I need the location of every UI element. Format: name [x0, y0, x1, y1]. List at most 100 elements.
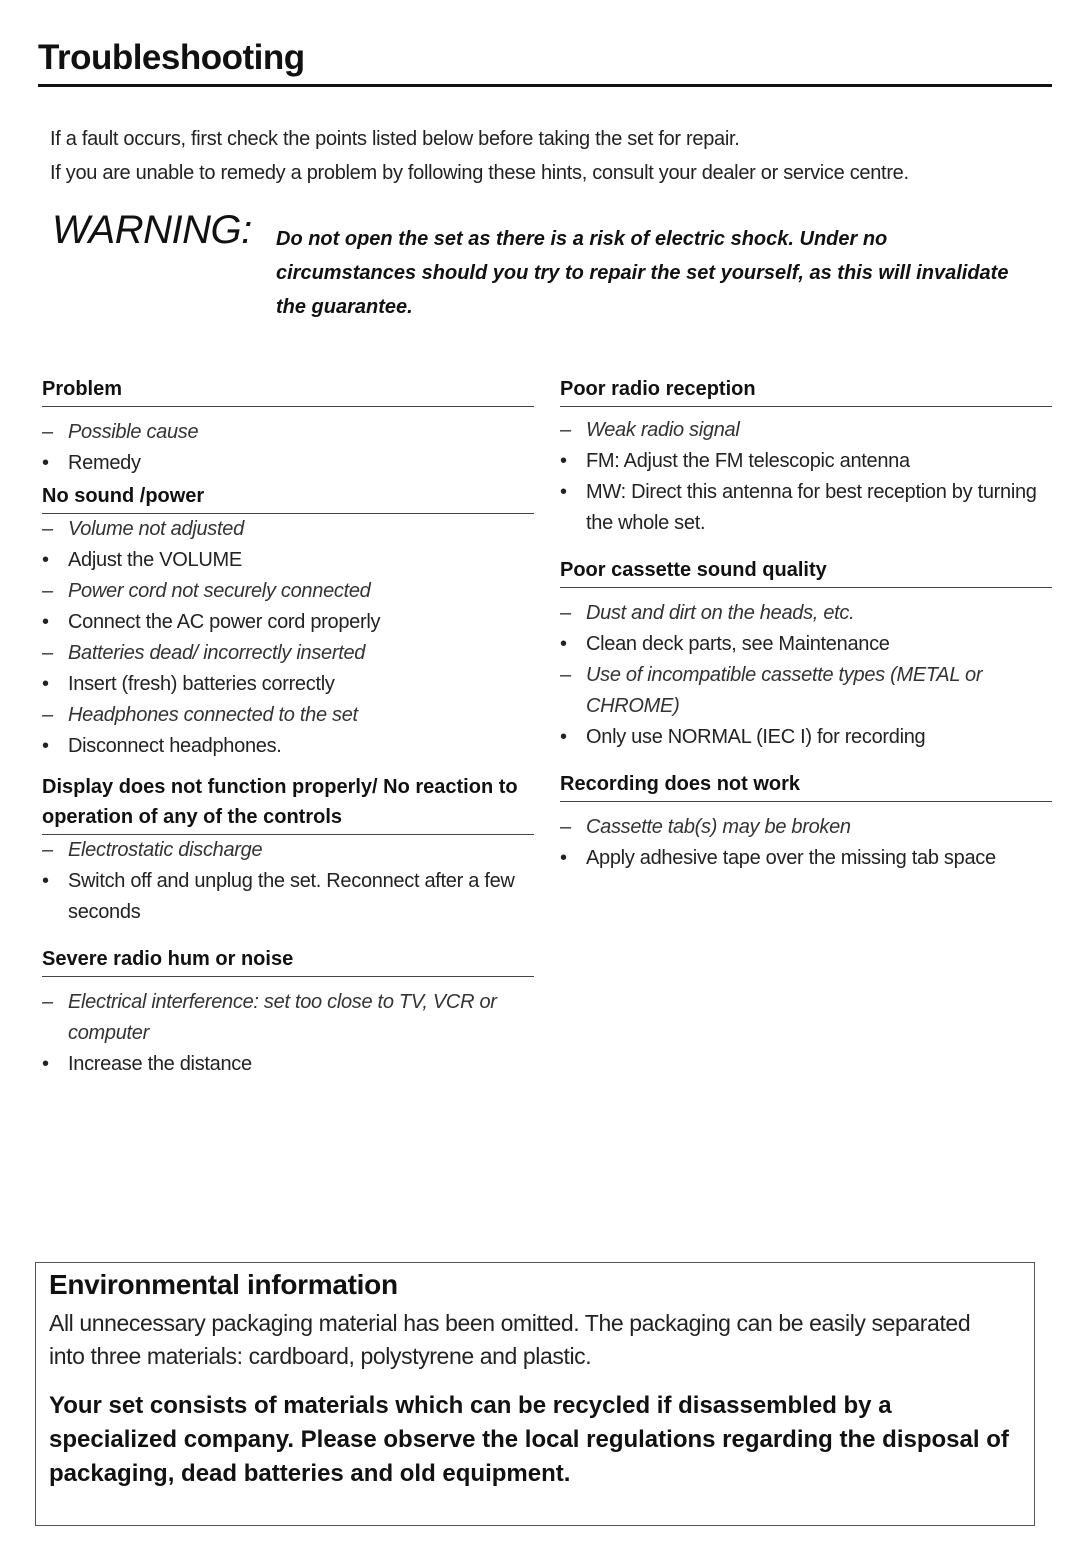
troubleshooting-section: Poor cassette sound quality – Dust and dir…	[560, 555, 1052, 753]
bullet-icon: •	[560, 633, 567, 655]
troubleshooting-section: Poor radio reception – Weak radio signal • F…	[560, 374, 1052, 539]
section-items: – Volume not adjusted • Adjust the VOLUME – P…	[42, 514, 534, 762]
warning-text: Do not open the set as there is a risk o…	[276, 228, 1009, 318]
intro: If a fault occurs, first check the point…	[50, 122, 909, 190]
troubleshooting-section: Display does not function properly/ No r…	[42, 772, 534, 928]
item-text: Power cord not securely connected	[68, 580, 371, 602]
item-text: Headphones connected to the set	[68, 704, 358, 726]
possible-cause: – Cassette tab(s) may be broken	[560, 812, 1052, 843]
bullet-icon: •	[560, 847, 567, 869]
bullet-icon: •	[42, 735, 49, 757]
item-text: FM: Adjust the FM telescopic antenna	[586, 450, 910, 472]
dash-icon: –	[560, 816, 571, 838]
dash-icon: –	[560, 602, 571, 624]
possible-cause: – Dust and dirt on the heads, etc.	[560, 598, 1052, 629]
remedy: • Adjust the VOLUME	[42, 545, 534, 576]
possible-cause: – Possible cause	[42, 417, 534, 448]
item-text: Insert (fresh) batteries correctly	[68, 673, 335, 695]
troubleshooting-section: Severe radio hum or noise – Electrical int…	[42, 944, 534, 1080]
bullet-icon: •	[560, 450, 567, 472]
item-text: Electrostatic discharge	[68, 839, 263, 861]
troubleshooting-section: Recording does not work – Cassette tab(s) …	[560, 769, 1052, 874]
possible-cause: – Volume not adjusted	[42, 514, 534, 545]
section-items: – Electrostatic discharge • Switch off and …	[42, 835, 534, 928]
section-heading: Problem	[42, 374, 534, 407]
item-text: Cassette tab(s) may be broken	[586, 816, 851, 838]
environmental-heading: Environmental information	[49, 1269, 398, 1300]
section-items: – Weak radio signal • FM: Adjust the FM tel…	[560, 415, 1052, 539]
warning-label: WARNING:	[52, 208, 252, 252]
remedy: • Remedy	[42, 448, 534, 479]
dash-icon: –	[42, 839, 53, 861]
item-text: Volume not adjusted	[68, 518, 244, 540]
section-heading: Recording does not work	[560, 769, 1052, 802]
possible-cause: – Headphones connected to the set	[42, 700, 534, 731]
remedy: • Only use NORMAL (IEC I) for recording	[560, 722, 1052, 753]
section-items: – Cassette tab(s) may be broken • Apply adh…	[560, 812, 1052, 874]
dash-icon: –	[560, 419, 571, 441]
item-text: Dust and dirt on the heads, etc.	[586, 602, 855, 624]
item-text: Apply adhesive tape over the missing tab…	[586, 847, 996, 869]
bullet-icon: •	[42, 452, 49, 474]
left-column: Problem – Possible cause • Remedy No sound /p…	[42, 374, 534, 1080]
remedy: • Switch off and unplug the set. Reconnec…	[42, 866, 534, 928]
section-items: – Dust and dirt on the heads, etc. • Clean …	[560, 598, 1052, 753]
page-title: Troubleshooting	[38, 38, 305, 77]
remedy: • Connect the AC power cord properly	[42, 607, 534, 638]
item-text: Adjust the VOLUME	[68, 549, 242, 571]
item-text: Increase the distance	[68, 1053, 252, 1075]
right-column: Poor radio reception – Weak radio signal • F…	[560, 374, 1052, 874]
possible-cause: – Batteries dead/ incorrectly inserted	[42, 638, 534, 669]
remedy: • Increase the distance	[42, 1049, 534, 1080]
possible-cause: – Electrostatic discharge	[42, 835, 534, 866]
item-text: Remedy	[68, 452, 141, 474]
troubleshooting-section: Problem – Possible cause • Remedy	[42, 374, 534, 479]
bullet-icon: •	[42, 549, 49, 571]
section-heading: No sound /power	[42, 481, 534, 514]
remedy: • Apply adhesive tape over the missing ta…	[560, 843, 1052, 874]
dash-icon: –	[42, 421, 53, 443]
item-text: Connect the AC power cord properly	[68, 611, 381, 633]
intro-line: If you are unable to remedy a problem by…	[50, 162, 909, 184]
dash-icon: –	[42, 580, 53, 602]
section-heading: Display does not function properly/ No r…	[42, 772, 534, 835]
dash-icon: –	[560, 664, 571, 686]
item-text: MW: Direct this antenna for best recepti…	[586, 481, 1037, 534]
remedy: • FM: Adjust the FM telescopic antenna	[560, 446, 1052, 477]
remedy: • Insert (fresh) batteries correctly	[42, 669, 534, 700]
environmental-body: All unnecessary packaging material has b…	[49, 1310, 971, 1369]
possible-cause: – Electrical interference: set too close …	[42, 987, 534, 1049]
remedy: • Clean deck parts, see Maintenance	[560, 629, 1052, 660]
item-text: Switch off and unplug the set. Reconnect…	[68, 870, 515, 923]
bullet-icon: •	[560, 726, 567, 748]
bullet-icon: •	[42, 870, 49, 892]
item-text: Possible cause	[68, 421, 199, 443]
troubleshooting-section: No sound /power – Volume not adjusted • Adju…	[42, 481, 534, 762]
section-heading: Severe radio hum or noise	[42, 944, 534, 977]
bullet-icon: •	[42, 673, 49, 695]
possible-cause: – Use of incompatible cassette types (MET…	[560, 660, 1052, 722]
possible-cause: – Weak radio signal	[560, 415, 1052, 446]
bullet-icon: •	[42, 1053, 49, 1075]
item-text: Clean deck parts, see Maintenance	[586, 633, 890, 655]
item-text: Only use NORMAL (IEC I) for recording	[586, 726, 926, 748]
dash-icon: –	[42, 991, 53, 1013]
item-text: Use of incompatible cassette types (META…	[586, 664, 983, 717]
item-text: Disconnect headphones.	[68, 735, 282, 757]
bullet-icon: •	[560, 481, 567, 503]
item-text: Batteries dead/ incorrectly inserted	[68, 642, 366, 664]
section-heading: Poor radio reception	[560, 374, 1052, 407]
dash-icon: –	[42, 704, 53, 726]
dash-icon: –	[42, 518, 53, 540]
bullet-icon: •	[42, 611, 49, 633]
item-text: Electrical interference: set too close t…	[68, 991, 497, 1044]
intro-line: If a fault occurs, first check the point…	[50, 128, 740, 150]
item-text: Weak radio signal	[586, 419, 740, 441]
environmental-box: Environmental information All unnecessar…	[35, 1262, 1035, 1526]
section-items: – Possible cause • Remedy	[42, 417, 534, 479]
remedy: • Disconnect headphones.	[42, 731, 534, 762]
possible-cause: – Power cord not securely connected	[42, 576, 534, 607]
title-divider	[38, 84, 1052, 87]
environmental-recycling-note: Your set consists of materials which can…	[49, 1392, 1009, 1487]
remedy: • MW: Direct this antenna for best recept…	[560, 477, 1052, 539]
